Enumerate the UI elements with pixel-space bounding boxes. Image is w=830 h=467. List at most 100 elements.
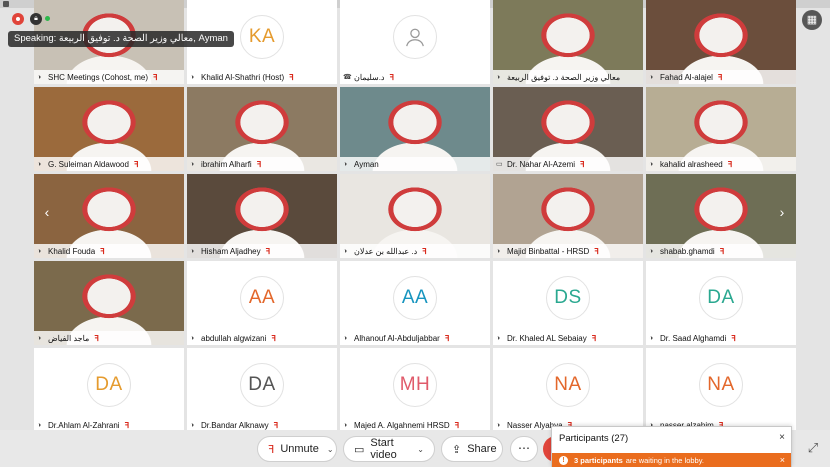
unmute-button[interactable]: ꟻ Unmute ⌄	[257, 436, 337, 462]
participant-name: ماجد الفياض	[48, 333, 90, 343]
participant-tile[interactable]: ◑ G. Suleiman Aldawood ꟻ	[34, 87, 184, 171]
participant-name: Khalid Al-Shathri (Host)	[201, 72, 285, 82]
participant-label: ◑ SHC Meetings (Cohost, me) ꟻ	[34, 70, 184, 84]
share-button[interactable]: ⇪ Share	[441, 436, 503, 462]
participant-label: ◑ Dr. Khaled AL Sebaiay ꟻ	[493, 331, 643, 345]
participant-tile[interactable]: NA ◑ nasser alzahim ꟻ	[646, 348, 796, 432]
more-options-button[interactable]: ⋯	[510, 436, 538, 462]
participant-name: معالي وزير الصحة د. توفيق الربيعة	[507, 72, 621, 82]
participant-label: ◑ د. عبدالله بن عدلان ꟻ	[340, 244, 490, 258]
mic-off-icon: ꟻ	[153, 72, 158, 82]
start-video-button[interactable]: ▭ Start video ⌄	[343, 436, 435, 462]
participant-name: Majid Binbattal - HRSD	[507, 246, 590, 256]
participant-tile[interactable]: NA ◑ Nasser Alyahya ꟻ	[493, 348, 643, 432]
participant-name: Hisham Aljadhey	[201, 246, 261, 256]
grid-layout-icon[interactable]: ▦	[802, 10, 822, 30]
mic-icon: ◑	[37, 247, 42, 255]
avatar	[393, 15, 437, 59]
participant-label: ◑ Khalid Fouda ꟻ	[34, 244, 184, 258]
close-icon[interactable]: ×	[780, 455, 785, 465]
participant-tile[interactable]: ◑ Khalid Fouda ꟻ	[34, 174, 184, 258]
participant-tile[interactable]: DA ◑ Dr.Ahlam Al-Zahrani ꟻ	[34, 348, 184, 432]
participant-tile[interactable]: ◑ kahalid alrasheed ꟻ	[646, 87, 796, 171]
mic-off-icon: ꟻ	[94, 333, 99, 343]
participant-label: ◑ Hisham Aljadhey ꟻ	[187, 244, 337, 258]
participant-tile[interactable]: ◑ Ayman	[340, 87, 490, 171]
participant-name: Khalid Fouda	[48, 246, 96, 256]
mic-off-icon: ꟻ	[717, 72, 723, 82]
participant-grid: ◑ SHC Meetings (Cohost, me) ꟻ KA ◑ Khalid Al-…	[34, 0, 796, 432]
participant-label: ◑ G. Suleiman Aldawood ꟻ	[34, 157, 184, 171]
participant-tile[interactable]: ☎ د.سليمان ꟻ	[340, 0, 490, 84]
mic-icon: ◑	[190, 247, 195, 255]
mic-icon: ◑	[190, 334, 195, 342]
participant-name: Dr. Saad Alghamdi	[660, 333, 727, 343]
participant-tile[interactable]: ◑ shabab.ghamdi ꟻ	[646, 174, 796, 258]
camera-icon: ▭	[354, 443, 365, 456]
mic-off-icon: ꟻ	[100, 246, 105, 256]
participant-label: ◑ ماجد الفياض ꟻ	[34, 331, 184, 345]
participant-name: Dr. Nahar Al-Azemi	[507, 159, 576, 169]
participant-name: kahalid alrasheed	[660, 159, 723, 169]
chevron-right-icon[interactable]: ›	[775, 202, 789, 222]
participant-tile[interactable]: AA ◑ abdullah algwizani ꟻ	[187, 261, 337, 345]
participant-name: Fahad Al-alajel	[660, 72, 713, 82]
participant-tile[interactable]: MH ◑ Majed A. Algahnemi HRSD ꟻ	[340, 348, 490, 432]
mic-icon: ◑	[190, 73, 195, 81]
mic-off-icon: ꟻ	[273, 420, 279, 430]
start-video-label: Start video	[370, 437, 397, 461]
warning-icon: !	[559, 456, 568, 465]
connection-status-icon	[45, 16, 50, 21]
mic-icon: ◑	[343, 421, 348, 429]
mic-off-icon: ꟻ	[268, 443, 275, 456]
avatar: DA	[699, 276, 743, 320]
lock-icon[interactable]: 🔒︎	[30, 13, 42, 25]
participant-name: Majed A. Algahnemi HRSD	[354, 420, 450, 430]
mic-off-icon: ꟻ	[444, 333, 450, 343]
participant-name: Dr.Ahlam Al-Zahrani	[48, 420, 120, 430]
avatar: AA	[393, 276, 437, 320]
participant-tile[interactable]: ◑ معالي وزير الصحة د. توفيق الربيعة	[493, 0, 643, 84]
mic-off-icon: ꟻ	[731, 333, 736, 343]
mic-off-icon: ꟻ	[719, 246, 725, 256]
mic-icon: ◑	[37, 421, 42, 429]
participant-tile[interactable]: DS ◑ Dr. Khaled AL Sebaiay ꟻ	[493, 261, 643, 345]
participant-name: G. Suleiman Aldawood	[48, 159, 129, 169]
participant-tile[interactable]: ◑ Fahad Al-alajel ꟻ	[646, 0, 796, 84]
mic-icon: ◑	[496, 73, 501, 81]
mic-off-icon: ꟻ	[271, 333, 276, 343]
participant-tile[interactable]: ▭ Dr. Nahar Al-Azemi ꟻ	[493, 87, 643, 171]
avatar: DS	[546, 276, 590, 320]
mic-off-icon: ꟻ	[594, 246, 599, 256]
avatar: DA	[87, 363, 131, 407]
participant-tile[interactable]: AA ◑ Alhanouf Al-Abduljabbar ꟻ	[340, 261, 490, 345]
participant-tile[interactable]: ◑ Majid Binbattal - HRSD ꟻ	[493, 174, 643, 258]
participant-label: ◑ Ayman	[340, 157, 490, 171]
avatar: KA	[240, 15, 284, 59]
participant-name: abdullah algwizani	[201, 333, 267, 343]
recording-icon[interactable]	[12, 13, 24, 25]
mic-icon: ◑	[496, 421, 501, 429]
participant-name: Ayman	[354, 159, 379, 169]
chevron-down-icon[interactable]: ⌄	[327, 445, 334, 454]
participant-label: ◑ Majid Binbattal - HRSD ꟻ	[493, 244, 643, 258]
participant-tile[interactable]: ◑ ماجد الفياض ꟻ	[34, 261, 184, 345]
participant-tile[interactable]: DA ◑ Dr.Bandar Alknawy ꟻ	[187, 348, 337, 432]
participant-name: SHC Meetings (Cohost, me)	[48, 72, 149, 82]
close-icon[interactable]: ×	[779, 432, 785, 443]
user-icon	[406, 28, 424, 47]
lobby-count: 3 participants	[574, 456, 623, 465]
window-controls-icon[interactable]: ⤢	[802, 437, 824, 459]
participant-tile[interactable]: DA ◑ Dr. Saad Alghamdi ꟻ	[646, 261, 796, 345]
participant-name: Dr. Khaled AL Sebaiay	[507, 333, 587, 343]
mic-off-icon: ꟻ	[265, 246, 271, 256]
participant-tile[interactable]: ◑ د. عبدالله بن عدلان ꟻ	[340, 174, 490, 258]
avatar: NA	[546, 363, 590, 407]
lobby-notification[interactable]: ! 3 participants are waiting in the lobb…	[552, 453, 791, 467]
mic-icon: ◑	[496, 247, 501, 255]
mic-off-icon: ꟻ	[591, 333, 597, 343]
chevron-left-icon[interactable]: ‹	[40, 202, 54, 222]
participant-tile[interactable]: ◑ Hisham Aljadhey ꟻ	[187, 174, 337, 258]
chevron-down-icon[interactable]: ⌄	[417, 445, 424, 454]
participant-tile[interactable]: ◑ ibrahim Alharfi ꟻ	[187, 87, 337, 171]
